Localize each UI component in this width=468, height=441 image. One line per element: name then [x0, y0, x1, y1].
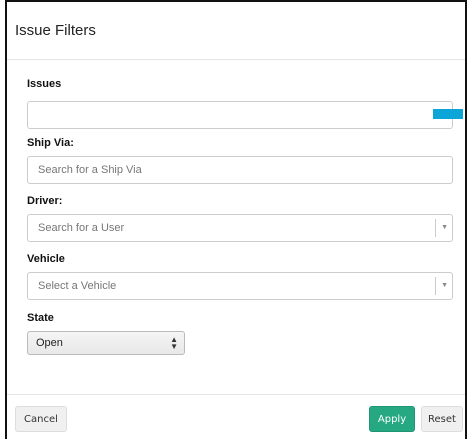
vehicle-select[interactable]: Select a Vehicle ▼	[27, 272, 453, 300]
state-group: State Open ▲ ▼	[27, 312, 185, 355]
driver-select-divider	[435, 219, 436, 237]
ship-via-label: Ship Via:	[27, 137, 74, 149]
ship-via-group: Ship Via: Search for a Ship Via	[27, 137, 453, 184]
driver-label: Driver:	[27, 195, 63, 207]
chevron-down-icon[interactable]: ▼	[441, 224, 448, 231]
state-label: State	[27, 312, 54, 324]
ship-via-input[interactable]: Search for a Ship Via	[27, 156, 453, 184]
issues-label: Issues	[27, 78, 62, 90]
chevron-down-icon[interactable]: ▼	[441, 282, 448, 289]
dialog-header: Issue Filters	[7, 2, 465, 60]
blue-marker	[433, 109, 463, 119]
apply-button[interactable]: Apply	[369, 406, 415, 432]
state-selected-value: Open	[36, 337, 63, 349]
reset-button[interactable]: Reset	[421, 406, 463, 432]
dialog-footer: Cancel Apply Reset	[7, 394, 465, 441]
driver-select[interactable]: Search for a User ▼	[27, 214, 453, 242]
updown-arrows-icon: ▲ ▼	[170, 335, 178, 351]
state-select[interactable]: Open ▲ ▼	[27, 331, 185, 355]
issue-filters-dialog: Issue Filters Issues Ship Via: Search fo…	[5, 0, 467, 439]
driver-placeholder: Search for a User	[38, 222, 125, 234]
issues-group: Issues	[27, 78, 453, 129]
ship-via-placeholder: Search for a Ship Via	[38, 164, 142, 176]
issues-input[interactable]	[27, 101, 453, 129]
vehicle-group: Vehicle Select a Vehicle ▼	[27, 253, 453, 300]
vehicle-placeholder: Select a Vehicle	[38, 280, 117, 292]
vehicle-label: Vehicle	[27, 253, 65, 265]
cancel-button[interactable]: Cancel	[15, 406, 67, 432]
driver-group: Driver: Search for a User ▼	[27, 195, 453, 242]
vehicle-select-divider	[435, 277, 436, 295]
dialog-title: Issue Filters	[15, 22, 96, 39]
